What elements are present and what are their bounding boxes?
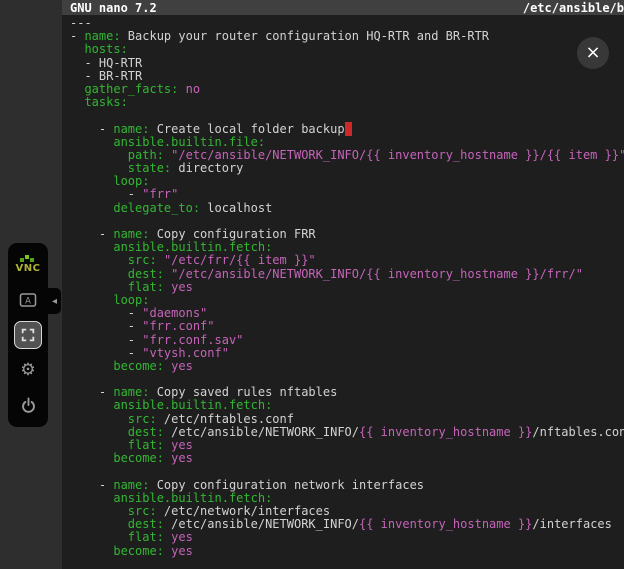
code-line: - name: Backup your router configuration…	[70, 30, 624, 43]
settings-button[interactable]: ⚙	[14, 356, 42, 384]
terminal-window: GNU nano 7.2 /etc/ansible/b ---- name: B…	[62, 0, 624, 569]
chevron-left-icon: ◂	[52, 296, 57, 307]
vnc-control-rail: VNC A ⚙	[0, 0, 62, 569]
code-line: tasks:	[70, 96, 624, 109]
nano-version-label: GNU nano 7.2	[70, 1, 157, 15]
close-icon: ×	[585, 44, 600, 62]
code-line: hosts:	[70, 43, 624, 56]
close-button[interactable]: ×	[577, 37, 609, 69]
vnc-logo-mark	[20, 255, 36, 263]
gear-icon: ⚙	[20, 362, 35, 379]
power-icon	[20, 397, 37, 414]
power-button[interactable]	[14, 391, 42, 419]
editor-content[interactable]: ---- name: Backup your router configurat…	[62, 15, 624, 569]
vnc-logo: VNC	[16, 249, 41, 279]
code-line: gather_facts: no	[70, 83, 624, 96]
vnc-logo-text: VNC	[16, 263, 41, 274]
vnc-control-panel: VNC A ⚙	[8, 243, 48, 427]
code-line: flat: yes	[70, 281, 624, 294]
code-line: delegate_to: localhost	[70, 202, 624, 215]
screen: VNC A ⚙	[0, 0, 624, 569]
svg-text:A: A	[25, 296, 31, 306]
code-line: become: yes	[70, 452, 624, 465]
keyboard-icon: A	[19, 291, 37, 309]
keyboard-button[interactable]: A	[14, 286, 42, 314]
code-line: - HQ-RTR	[70, 57, 624, 70]
code-line: state: directory	[70, 162, 624, 175]
code-line: become: yes	[70, 545, 624, 558]
panel-collapse-handle[interactable]: ◂	[48, 288, 61, 314]
fullscreen-button[interactable]	[14, 321, 42, 349]
code-line: become: yes	[70, 360, 624, 373]
nano-titlebar: GNU nano 7.2 /etc/ansible/b	[62, 0, 624, 15]
fullscreen-icon	[20, 327, 36, 343]
nano-file-path: /etc/ansible/b	[523, 1, 624, 15]
